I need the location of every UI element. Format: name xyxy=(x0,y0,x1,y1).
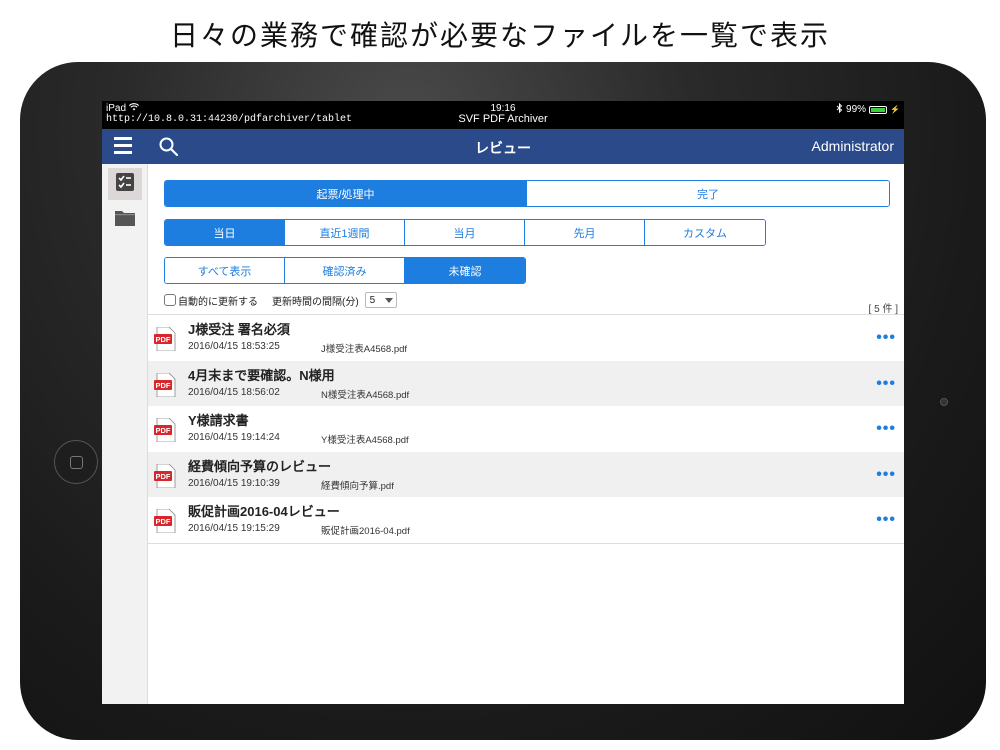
pdf-icon: PDF xyxy=(154,372,176,397)
charging-icon: ⚡ xyxy=(890,105,900,114)
status-segmented-control: 起票/処理中 完了 xyxy=(164,180,890,207)
tab-filter-2[interactable]: 未確認 xyxy=(405,258,525,283)
main-content: 起票/処理中 完了 当日 直近1週間 当月 先月 カスタム すべて表示 確認済み… xyxy=(148,164,904,704)
bluetooth-icon xyxy=(836,102,843,116)
list-item[interactable]: PDF 4月末まで要確認。N様用 2016/04/15 18:56:02 N様受注表A… xyxy=(148,360,904,407)
period-segmented-control: 当日 直近1週間 当月 先月 カスタム xyxy=(164,219,766,246)
item-filename: 販促計画2016-04.pdf xyxy=(321,526,410,538)
pdf-icon: PDF xyxy=(154,417,176,443)
pdf-icon: PDF xyxy=(154,463,176,489)
auto-update-row: 自動的に更新する 更新時間の間隔(分) 5 xyxy=(164,292,397,308)
app-screen: iPad http://10.8.0.31:44230/pdfarchiver/… xyxy=(102,101,904,704)
tab-period-1[interactable]: 直近1週間 xyxy=(285,220,405,245)
tab-status-0[interactable]: 起票/処理中 xyxy=(165,181,527,206)
sidebar-item-folder[interactable] xyxy=(108,204,142,236)
more-options-icon[interactable]: ••• xyxy=(876,511,896,529)
battery-icon xyxy=(869,105,888,114)
app-name: SVF PDF Archiver xyxy=(458,113,548,125)
item-date: 2016/04/15 19:14:24 xyxy=(188,432,280,444)
tab-period-4[interactable]: カスタム xyxy=(645,220,765,245)
tab-period-0[interactable]: 当日 xyxy=(165,220,285,245)
list-item[interactable]: PDF 経費傾向予算のレビュー 2016/04/15 19:10:39 経費傾向予算.… xyxy=(148,451,904,498)
chevron-down-icon xyxy=(384,298,393,303)
interval-label: 更新時間の間隔(分) xyxy=(272,296,359,308)
pdf-icon: PDF xyxy=(154,508,176,534)
more-options-icon[interactable]: ••• xyxy=(876,329,896,347)
interval-value: 5 xyxy=(369,294,376,306)
menu-icon[interactable] xyxy=(114,137,134,155)
list-item[interactable]: PDF J様受注 署名必須 2016/04/15 18:53:25 J様受注表A456… xyxy=(148,315,904,361)
item-date: 2016/04/15 18:56:02 xyxy=(188,386,280,398)
nav-bar: レビュー Administrator xyxy=(102,129,904,164)
item-count: [ 5 件 ] xyxy=(868,304,898,315)
item-title: 販促計画2016-04レビュー xyxy=(188,504,340,520)
tab-filter-0[interactable]: すべて表示 xyxy=(165,258,285,283)
auto-update-checkbox[interactable] xyxy=(164,294,176,306)
tab-status-1[interactable]: 完了 xyxy=(527,181,889,206)
battery-percent: 99% xyxy=(846,104,867,115)
search-icon[interactable] xyxy=(158,136,180,158)
item-title: J様受注 署名必須 xyxy=(188,322,290,337)
interval-select[interactable]: 5 xyxy=(364,292,397,308)
item-filename: N様受注表A4568.pdf xyxy=(321,389,410,401)
pdf-icon: PDF xyxy=(154,326,176,352)
list-item[interactable]: PDF 販促計画2016-04レビュー 2016/04/15 19:15:29 販促計… xyxy=(148,497,904,543)
more-options-icon[interactable]: ••• xyxy=(876,375,896,393)
item-date: 2016/04/15 19:10:39 xyxy=(188,477,280,489)
sidebar xyxy=(102,164,148,704)
item-title: 4月末まで要確認。N様用 xyxy=(188,367,335,383)
more-options-icon[interactable]: ••• xyxy=(876,466,896,484)
item-date: 2016/04/15 19:15:29 xyxy=(188,523,280,535)
more-options-icon[interactable]: ••• xyxy=(876,420,896,438)
item-filename: Y様受注表A4568.pdf xyxy=(321,435,409,447)
item-title: Y様請求書 xyxy=(188,413,249,429)
tab-period-2[interactable]: 当月 xyxy=(405,220,525,245)
auto-update-label: 自動的に更新する xyxy=(178,296,258,308)
item-filename: 経費傾向予算.pdf xyxy=(321,480,394,492)
svg-text:PDF: PDF xyxy=(156,472,171,481)
folder-icon xyxy=(114,209,136,231)
page-title: レビュー xyxy=(475,140,531,156)
sidebar-item-review[interactable] xyxy=(108,168,142,200)
camera-icon xyxy=(940,398,948,406)
user-name[interactable]: Administrator xyxy=(812,138,894,154)
item-title: 経費傾向予算のレビュー xyxy=(188,458,332,474)
svg-text:PDF: PDF xyxy=(156,335,171,344)
home-button xyxy=(54,440,98,484)
tab-filter-1[interactable]: 確認済み xyxy=(285,258,405,283)
svg-text:PDF: PDF xyxy=(156,426,171,435)
tab-period-3[interactable]: 先月 xyxy=(525,220,645,245)
status-bar: iPad http://10.8.0.31:44230/pdfarchiver/… xyxy=(102,101,904,129)
svg-text:PDF: PDF xyxy=(156,381,171,390)
svg-text:PDF: PDF xyxy=(156,517,171,526)
item-filename: J様受注表A4568.pdf xyxy=(321,344,408,355)
filter-segmented-control: すべて表示 確認済み 未確認 xyxy=(164,257,526,284)
document-list: PDF J様受注 署名必須 2016/04/15 18:53:25 J様受注表A456… xyxy=(148,314,904,544)
promo-caption: 日々の業務で確認が必要なファイルを一覧で表示 xyxy=(169,19,830,52)
item-date: 2016/04/15 18:53:25 xyxy=(188,341,280,352)
list-item[interactable]: PDF Y様請求書 2016/04/15 19:14:24 Y様受注表A4568.pd… xyxy=(148,406,904,452)
checklist-icon xyxy=(115,172,135,196)
